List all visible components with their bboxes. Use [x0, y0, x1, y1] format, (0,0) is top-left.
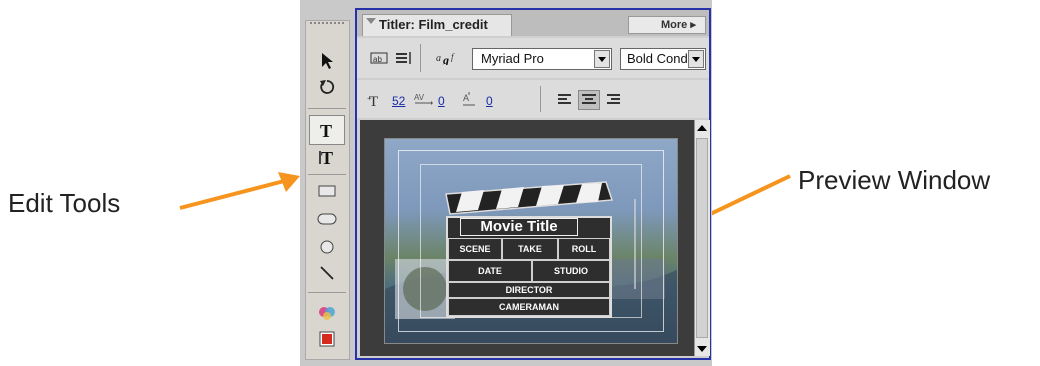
scrollbar-thumb[interactable] [696, 138, 708, 338]
kerning-icon: AV [412, 90, 434, 110]
tab-stops-icon[interactable] [393, 48, 415, 68]
clapboard-scene: SCENE [448, 238, 502, 260]
type-tool-icon[interactable]: T [309, 115, 345, 145]
collapse-arrow-icon[interactable] [366, 18, 376, 24]
leading-value[interactable]: 0 [486, 94, 493, 108]
kerning-value[interactable]: 0 [438, 94, 445, 108]
clapboard-movie-title[interactable]: Movie Title [460, 218, 578, 236]
svg-text:+: + [367, 94, 372, 103]
clapboard-date: DATE [448, 260, 532, 282]
clapboard-cameraman: CAMERAMAN [448, 298, 610, 316]
rectangle-tool-icon[interactable] [309, 176, 345, 206]
rounded-rectangle-tool-icon[interactable] [309, 204, 345, 234]
leading-icon: A [458, 90, 480, 110]
svg-text:AV: AV [414, 93, 425, 102]
preview-window-callout: Preview Window [798, 165, 991, 195]
vertical-type-tool-icon[interactable]: T [309, 142, 345, 172]
clapboard-take: TAKE [502, 238, 558, 260]
titler-toolbar-row-2 [357, 80, 709, 118]
svg-text:T: T [321, 148, 333, 166]
svg-text:f: f [451, 52, 455, 62]
scroll-down-icon[interactable] [697, 346, 707, 352]
align-left-icon[interactable] [554, 90, 576, 110]
panel-tab-titler[interactable]: Titler: Film_credit [362, 14, 512, 36]
align-center-icon[interactable] [578, 90, 600, 110]
edit-tools-arrow [179, 172, 300, 210]
align-right-icon[interactable] [602, 90, 624, 110]
svg-text:g: g [442, 53, 449, 65]
svg-text:ab: ab [373, 55, 382, 64]
palette-grip[interactable] [310, 22, 344, 32]
rotation-tool-icon[interactable] [309, 72, 345, 102]
clapboard-roll: ROLL [558, 238, 610, 260]
font-size-value[interactable]: 52 [392, 94, 405, 108]
svg-text:a: a [436, 53, 441, 64]
font-family-select[interactable]: Myriad Pro [472, 48, 612, 70]
roll-crawl-icon[interactable]: ab [368, 48, 390, 68]
clapboard-clapper-icon [445, 181, 614, 215]
scroll-up-icon[interactable] [697, 125, 707, 131]
svg-text:A: A [463, 93, 469, 103]
panel-more-button[interactable]: More ▸ [628, 16, 706, 34]
templates-icon[interactable]: agf [436, 48, 458, 68]
clapboard-studio: STUDIO [532, 260, 610, 282]
svg-text:T: T [320, 121, 332, 139]
font-style-dropdown-icon[interactable] [688, 50, 704, 68]
font-size-icon: T + [366, 90, 388, 110]
edit-tools-callout: Edit Tools [8, 188, 121, 218]
line-tool-icon[interactable] [309, 258, 345, 288]
font-family-dropdown-icon[interactable] [594, 50, 610, 68]
clapboard-director: DIRECTOR [448, 282, 610, 298]
fill-color-icon[interactable] [309, 324, 345, 354]
